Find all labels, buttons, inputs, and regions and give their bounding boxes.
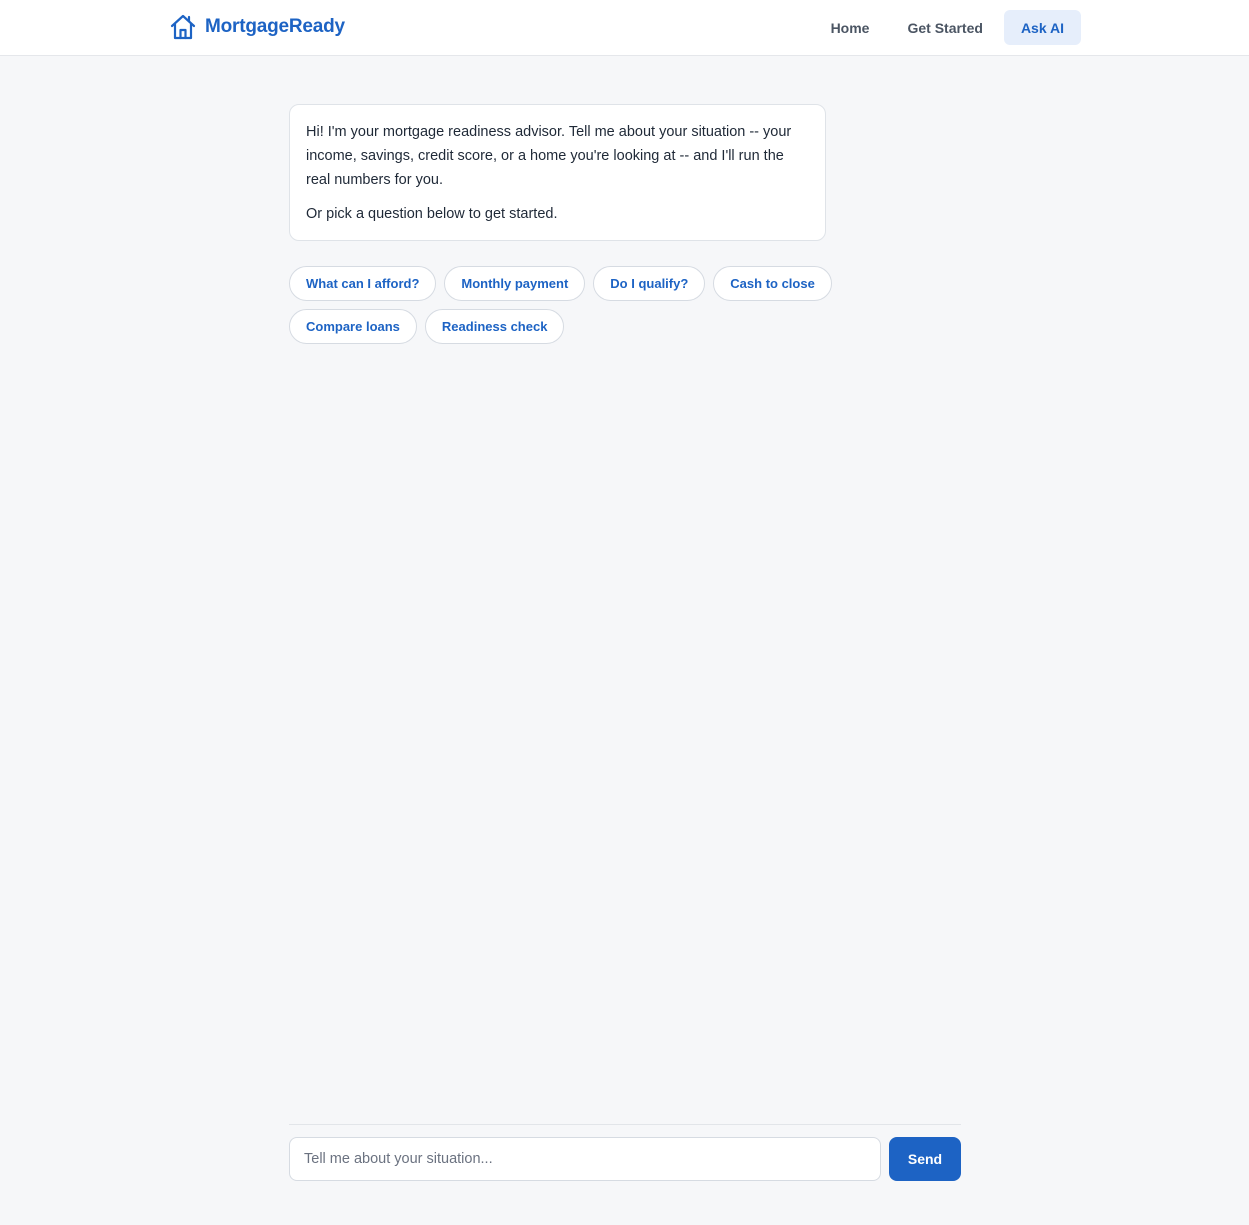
top-navbar: MortgageReady Home Get Started Ask AI (0, 0, 1249, 56)
nav-ask-ai[interactable]: Ask AI (1003, 10, 1081, 45)
nav-get-started[interactable]: Get Started (890, 10, 999, 45)
suggestion-readiness-check[interactable]: Readiness check (424, 309, 565, 344)
suggestion-qualify[interactable]: Do I qualify? (593, 266, 706, 301)
suggestion-monthly-payment[interactable]: Monthly payment (444, 266, 586, 301)
suggestion-cash-to-close[interactable]: Cash to close (713, 266, 832, 301)
message-paragraph: Hi! I'm your mortgage readiness advisor.… (306, 124, 792, 188)
nav-home[interactable]: Home (814, 10, 887, 45)
brand-link[interactable]: MortgageReady (169, 10, 345, 44)
main-nav: Home Get Started Ask AI (814, 10, 1081, 45)
suggestion-compare-loans[interactable]: Compare loans (289, 309, 417, 344)
suggestion-afford[interactable]: What can I afford? (289, 266, 437, 301)
message-composer: Send (289, 1124, 961, 1181)
chat-thread: Hi! I'm your mortgage readiness advisor.… (289, 104, 961, 344)
brand-name: MortgageReady (205, 16, 345, 37)
message-paragraph: Or pick a question below to get started. (306, 206, 558, 222)
assistant-message: Hi! I'm your mortgage readiness advisor.… (289, 104, 826, 241)
suggestion-chips: What can I afford? Monthly payment Do I … (289, 266, 961, 344)
message-input[interactable] (289, 1137, 881, 1181)
send-button[interactable]: Send (889, 1137, 961, 1181)
house-icon (169, 13, 197, 41)
